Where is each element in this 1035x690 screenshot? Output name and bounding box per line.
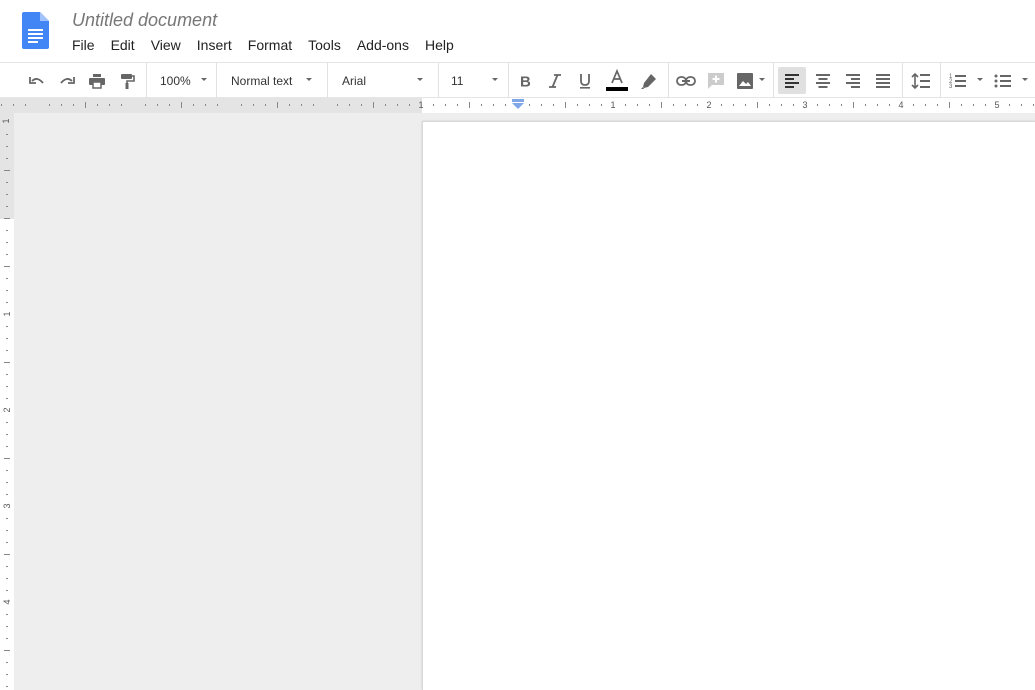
menu-format[interactable]: Format bbox=[240, 35, 300, 55]
redo-icon bbox=[60, 76, 75, 84]
print-button[interactable] bbox=[84, 67, 110, 94]
align-right-button[interactable] bbox=[840, 67, 866, 94]
hruler-label: 1 bbox=[418, 100, 423, 110]
paragraph-style-dropdown-icon bbox=[306, 78, 312, 81]
align-right-icon bbox=[846, 73, 860, 88]
numbered-list-icon: 1 2 3 bbox=[949, 74, 966, 90]
zoom-value: 100% bbox=[160, 73, 191, 88]
numbered-list-dropdown-icon[interactable] bbox=[977, 78, 983, 81]
document-canvas bbox=[14, 113, 1035, 690]
font-value: Arial bbox=[342, 73, 367, 88]
text-color-button[interactable] bbox=[603, 67, 631, 94]
horizontal-ruler[interactable]: 1 1 2 3 4 5 bbox=[0, 98, 1035, 113]
toolbar-separator bbox=[508, 63, 509, 98]
vertical-ruler-scale: 1 1 2 3 4 bbox=[0, 113, 14, 690]
toolbar-separator bbox=[216, 63, 217, 98]
line-spacing-icon bbox=[911, 72, 930, 89]
menu-addons[interactable]: Add-ons bbox=[349, 35, 417, 55]
numbered-list-button[interactable]: 1 2 3 bbox=[945, 67, 971, 94]
hruler-label: 4 bbox=[898, 100, 903, 110]
toolbar: 100% Normal text Arial 11 B 1 2 3 bbox=[0, 62, 1035, 98]
menu-insert[interactable]: Insert bbox=[189, 35, 240, 55]
vruler-label: 2 bbox=[2, 407, 12, 412]
undo-button[interactable] bbox=[24, 67, 50, 94]
menu-tools[interactable]: Tools bbox=[300, 35, 349, 55]
justify-button[interactable] bbox=[870, 67, 896, 94]
hruler-label: 5 bbox=[994, 100, 999, 110]
indent-marker-icon[interactable] bbox=[511, 98, 525, 110]
justify-icon bbox=[876, 73, 890, 88]
app-header: Untitled document File Edit View Insert … bbox=[0, 0, 1035, 62]
add-comment-icon bbox=[708, 72, 724, 89]
bulleted-list-icon bbox=[994, 74, 1011, 87]
vertical-ruler[interactable]: 1 1 2 3 4 bbox=[0, 113, 14, 690]
add-comment-button[interactable] bbox=[703, 67, 729, 94]
paint-format-button[interactable] bbox=[114, 67, 140, 94]
print-icon bbox=[89, 73, 105, 89]
menu-help[interactable]: Help bbox=[417, 35, 462, 55]
redo-button[interactable] bbox=[54, 67, 80, 94]
italic-icon bbox=[549, 73, 561, 88]
text-color-icon bbox=[606, 68, 628, 91]
font-dropdown-icon bbox=[417, 78, 423, 81]
line-spacing-button[interactable] bbox=[907, 67, 935, 94]
toolbar-separator bbox=[668, 63, 669, 98]
document-page[interactable] bbox=[422, 121, 1035, 690]
hruler-label: 1 bbox=[610, 100, 615, 110]
docs-logo-icon[interactable] bbox=[22, 12, 49, 49]
bulleted-list-button[interactable] bbox=[990, 67, 1016, 94]
menu-bar: File Edit View Insert Format Tools Add-o… bbox=[64, 35, 462, 55]
align-center-button[interactable] bbox=[810, 67, 836, 94]
toolbar-separator bbox=[940, 63, 941, 98]
svg-text:3: 3 bbox=[949, 84, 953, 90]
highlight-color-button[interactable] bbox=[636, 67, 662, 94]
paint-format-icon bbox=[121, 73, 135, 89]
hruler-label: 3 bbox=[802, 100, 807, 110]
font-size-dropdown-icon bbox=[492, 78, 498, 81]
menu-edit[interactable]: Edit bbox=[103, 35, 143, 55]
bold-icon: B bbox=[520, 73, 531, 90]
underline-icon bbox=[580, 73, 590, 89]
font-size-value: 11 bbox=[451, 73, 464, 88]
document-title[interactable]: Untitled document bbox=[72, 9, 217, 31]
vruler-label: 1 bbox=[2, 311, 12, 316]
bold-button[interactable]: B bbox=[513, 67, 537, 94]
insert-link-button[interactable] bbox=[673, 67, 699, 94]
toolbar-separator bbox=[146, 63, 147, 98]
vruler-label: 1 bbox=[1, 118, 11, 123]
paragraph-style-value: Normal text bbox=[231, 73, 293, 88]
menu-view[interactable]: View bbox=[143, 35, 189, 55]
toolbar-separator bbox=[902, 63, 903, 98]
bulleted-list-dropdown-icon[interactable] bbox=[1022, 78, 1028, 81]
svg-text:B: B bbox=[520, 73, 531, 90]
toolbar-separator bbox=[438, 63, 439, 98]
menu-file[interactable]: File bbox=[64, 35, 103, 55]
link-icon bbox=[676, 75, 696, 86]
vruler-label: 3 bbox=[2, 503, 12, 508]
align-center-icon bbox=[816, 73, 830, 88]
highlight-pen-icon bbox=[641, 73, 656, 89]
image-icon bbox=[737, 72, 753, 89]
undo-icon bbox=[29, 76, 44, 84]
underline-button[interactable] bbox=[573, 67, 597, 94]
hruler-label: 2 bbox=[706, 100, 711, 110]
align-left-button[interactable] bbox=[778, 67, 806, 94]
insert-image-button[interactable] bbox=[733, 67, 757, 94]
toolbar-separator bbox=[327, 63, 328, 98]
toolbar-separator bbox=[773, 63, 774, 98]
zoom-dropdown-icon bbox=[201, 78, 207, 81]
italic-button[interactable] bbox=[543, 67, 567, 94]
insert-image-dropdown-icon[interactable] bbox=[759, 78, 765, 81]
vruler-label: 4 bbox=[2, 599, 12, 604]
align-left-icon bbox=[785, 73, 799, 88]
